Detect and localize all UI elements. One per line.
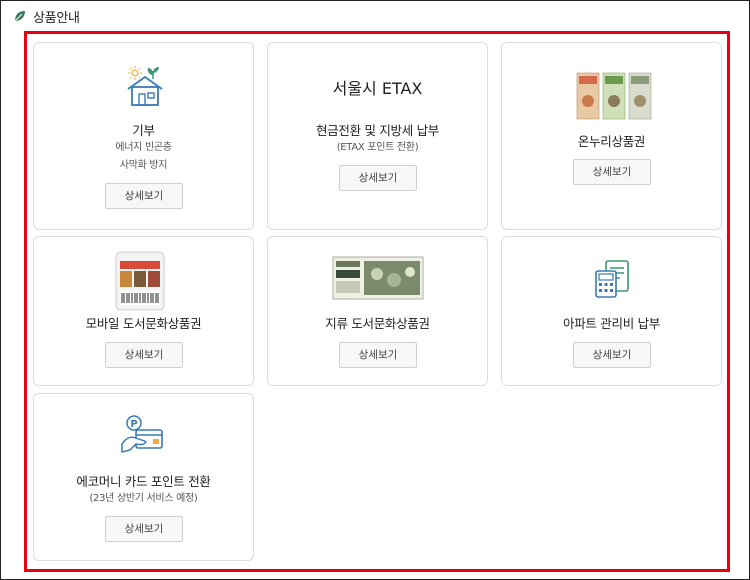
card-donation[interactable]: 기부 에너지 빈곤층 사막화 방지 상세보기 [33,42,254,230]
detail-button[interactable]: 상세보기 [573,159,651,185]
card-title: 현금전환 및 지방세 납부 [315,123,440,138]
section-title: 상품안내 [33,10,80,26]
paper-voucher-icon [332,256,424,300]
detail-button[interactable]: 상세보기 [339,342,417,368]
card-title: 기부 [132,123,155,138]
detail-button[interactable]: 상세보기 [105,516,183,542]
section-header: 상품안내 [13,6,80,26]
card-apartment-fee[interactable]: 아파트 관리비 납부 상세보기 [501,236,722,386]
leaf-icon [13,9,27,23]
card-ecomoney-point[interactable]: P 에코머니 카드 포인트 전환 (23년 상반기 서비스 예정) 상세보기 [33,393,254,561]
card-desc-line: (23년 상반기 서비스 예정) [89,493,198,504]
onnuri-voucher-icon [575,71,653,121]
card-paper-book-voucher[interactable]: 지류 도서문화상품권 상세보기 [267,236,488,386]
detail-button[interactable]: 상세보기 [573,342,651,368]
eco-money-card-icon: P [120,414,166,456]
card-onnuri[interactable]: 온누리상품권 상세보기 [501,42,722,230]
card-desc-line: (ETAX 포인트 전환) [336,142,419,153]
card-desc-line: 사막화 방지 [119,160,168,171]
detail-button[interactable]: 상세보기 [105,342,183,368]
card-title: 지류 도서문화상품권 [325,316,430,331]
card-etax[interactable]: 서울시 ETAX 현금전환 및 지방세 납부 (ETAX 포인트 전환) 상세보… [267,42,488,230]
apartment-fee-icon [594,259,630,299]
etax-brand-text: 서울시 ETAX [332,79,423,98]
detail-button[interactable]: 상세보기 [339,165,417,191]
mobile-voucher-icon [115,251,165,311]
card-title: 에코머니 카드 포인트 전환 [76,474,211,489]
card-title: 온누리상품권 [577,134,646,149]
detail-button[interactable]: 상세보기 [105,183,183,209]
card-desc-line: 에너지 빈곤층 [115,142,172,153]
card-title: 모바일 도서문화상품권 [85,316,202,331]
card-mobile-book-voucher[interactable]: 모바일 도서문화상품권 상세보기 [33,236,254,386]
house-donation-icon [125,65,165,107]
svg-text:P: P [130,419,137,430]
card-title: 아파트 관리비 납부 [563,316,660,331]
